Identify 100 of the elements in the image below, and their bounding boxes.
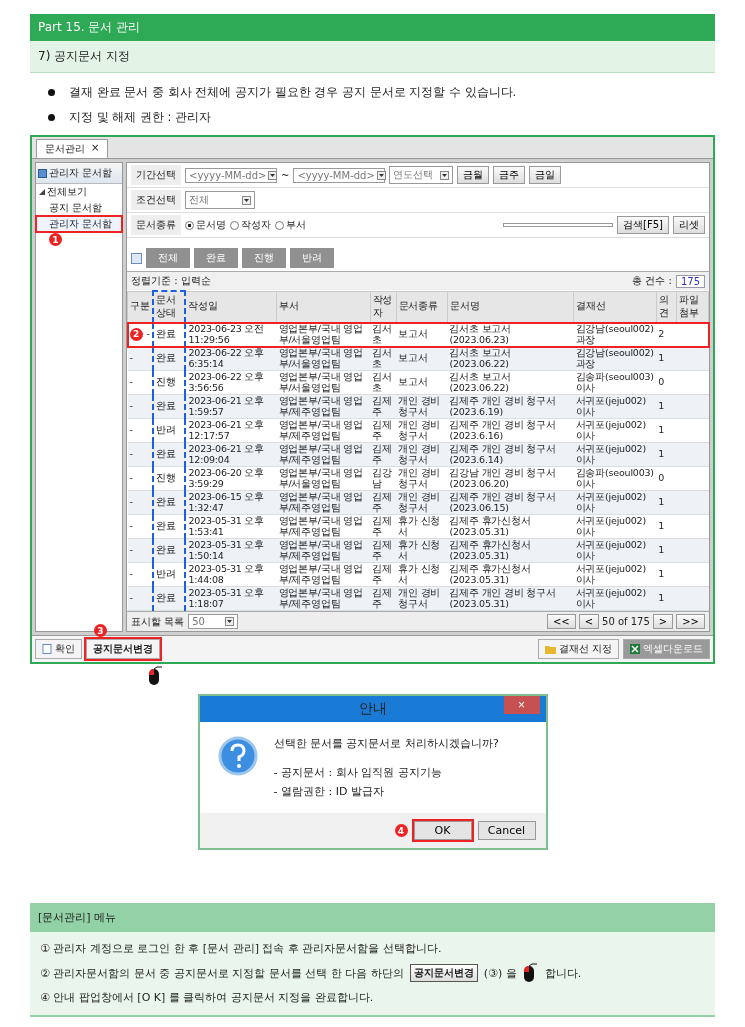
table-row[interactable]: - 완료 2023-06-15 오후 1:32:47 영업본부/국내 영업부/제주영업팀 김제주 개인 경비 청구서 김제주 개인 경비 청구서 (2023.06.15) 서귀포(jeju002) 이사 1: [127, 490, 709, 515]
table-cell: -: [127, 418, 153, 443]
dialog-message: 선택한 문서를 공지문서로 처리하시겠습니까?: [273, 736, 499, 751]
table-cell: 2023-05-31 오후 1:44:08: [185, 562, 277, 587]
table-row[interactable]: - 완료 2023-05-31 오후 1:50:14 영업본부/국내 영업부/제주영업팀 김제주 휴가 신청서 김제주 휴가신청서 (2023.05.31) 서귀포(jeju002) 이사 1: [127, 538, 709, 563]
table-cell: 영업본부/국내 영업부/제주영업팀: [276, 490, 371, 515]
column-header[interactable]: 파일첨부: [676, 291, 709, 323]
table-cell: 김제주 휴가신청서 (2023.05.31): [447, 562, 574, 587]
table-row[interactable]: - 완료 2023-05-31 오후 1:18:07 영업본부/국내 영업부/제주영업팀 김제주 개인 경비 청구서 김제주 개인 경비 청구서 (2023.05.31) 서귀포(jeju002) 이사 1: [127, 586, 709, 611]
total-count: 175: [675, 274, 705, 288]
ok-button[interactable]: OK: [413, 821, 472, 840]
document-tab[interactable]: 문서관리 ×: [36, 139, 109, 158]
first-page-button[interactable]: <<: [546, 614, 576, 629]
close-button[interactable]: ×: [503, 696, 540, 714]
radio-option[interactable]: 작성자: [230, 218, 271, 232]
dialog-line: - 열람권한 : ID 발급자: [273, 784, 385, 799]
radio-option[interactable]: 부서: [275, 218, 306, 232]
tree-item[interactable]: 공지 문서함: [36, 200, 122, 216]
table-cell: 영업본부/국내 영업부/제주영업팀: [276, 442, 371, 467]
table-cell: 개인 경비 청구서: [396, 442, 448, 467]
period-button[interactable]: 금월: [457, 166, 490, 184]
column-header[interactable]: 결재선: [573, 291, 657, 323]
table-cell: 영업본부/국내 영업부/제주영업팀: [276, 394, 371, 419]
table-cell: 1: [656, 346, 677, 371]
table-cell: 영업본부/국내 영업부/서울영업팀: [276, 346, 371, 371]
table-row[interactable]: - 완료 2023-05-31 오후 1:53:41 영업본부/국내 영업부/제주영업팀 김제주 휴가 신청서 김제주 휴가신청서 (2023.05.31) 서귀포(jeju002) 이사 1: [127, 514, 709, 539]
table-cell: 개인 경비 청구서: [396, 394, 448, 419]
column-header[interactable]: 문서명: [447, 291, 574, 323]
tree-item[interactable]: 관리자 문서함: [36, 216, 122, 232]
table-row[interactable]: - 반려 2023-05-31 오후 1:44:08 영업본부/국내 영업부/제주영업팀 김제주 휴가 신청서 김제주 휴가신청서 (2023.05.31) 서귀포(jeju002) 이사 1: [127, 562, 709, 587]
table-cell: 김서초: [370, 370, 397, 395]
table-cell: 영업본부/국내 영업부/제주영업팀: [276, 586, 371, 611]
reset-button[interactable]: 리셋: [673, 216, 705, 234]
table-cell: 보고서: [396, 322, 448, 347]
expanded-icon[interactable]: [39, 189, 45, 195]
notice-button[interactable]: 공지문서변경: [86, 639, 160, 659]
table-cell: 김제주 개인 경비 청구서 (2023.06.15): [447, 490, 574, 515]
date-field[interactable]: <yyyy-MM-dd>: [293, 167, 386, 183]
last-page-button[interactable]: >>: [676, 614, 705, 629]
date-field[interactable]: <yyyy-MM-dd>: [185, 167, 277, 183]
column-header[interactable]: 구분: [127, 291, 153, 323]
table-row[interactable]: - 반려 2023-06-21 오후 12:17:57 영업본부/국내 영업부/제주영업팀 김제주 개인 경비 청구서 김제주 개인 경비 청구서 (2023.6.16) 서귀포(jeju002) 이사 1: [127, 418, 709, 443]
period-button[interactable]: 금일: [529, 166, 562, 184]
table-cell: 김서초: [370, 346, 397, 371]
page-size-select[interactable]: 50: [188, 614, 239, 629]
table-cell: 서귀포(jeju002) 이사: [573, 442, 657, 467]
dropdown-caret-icon[interactable]: [225, 617, 235, 626]
column-header[interactable]: 작성자: [370, 291, 397, 323]
dropdown-caret-icon[interactable]: [242, 195, 251, 205]
table-row[interactable]: - 완료 2023-06-21 오후 12:09:04 영업본부/국내 영업부/제주영업팀 김제주 개인 경비 청구서 김제주 개인 경비 청구서 (2023.6.14) 서귀포(jeju002) 이사 1: [127, 442, 709, 467]
radio-icon[interactable]: [230, 220, 239, 230]
table-row[interactable]: - 완료 2023-06-21 오후 1:59:57 영업본부/국내 영업부/제주영업팀 김제주 개인 경비 청구서 김제주 개인 경비 청구서 (2023.6.19) 서귀포(jeju002) 이사 1: [127, 394, 709, 419]
dropdown-caret-icon[interactable]: [440, 170, 450, 180]
column-header[interactable]: 문서종류: [396, 291, 448, 323]
year-select[interactable]: 연도선택: [389, 166, 454, 184]
table-cell: 김서초 보고서 (2023.06.22): [447, 346, 574, 371]
table-cell: 김제주: [370, 442, 397, 467]
page-info: 50 of 175: [602, 616, 650, 627]
table-cell: 1: [656, 562, 677, 587]
sidebar-title[interactable]: 관리자 문서함: [36, 163, 122, 184]
period-button[interactable]: 금주: [493, 166, 526, 184]
radio-icon[interactable]: [275, 220, 284, 230]
document-icon: [42, 644, 52, 654]
cancel-button[interactable]: Cancel: [477, 821, 536, 840]
table-cell: 김제주: [370, 586, 397, 611]
table-cell: 김제주 휴가신청서 (2023.05.31): [447, 514, 574, 539]
table-cell: 1: [656, 442, 677, 467]
search-field[interactable]: [503, 223, 614, 227]
table-cell: 김제주: [370, 418, 397, 443]
table-cell: 김강남: [370, 466, 397, 491]
table-cell: 휴가 신청서: [396, 562, 448, 587]
table-cell: 2023-05-31 오후 1:53:41: [185, 514, 277, 539]
radio-option[interactable]: 문서명: [185, 218, 226, 232]
prev-page-button[interactable]: <: [578, 614, 600, 629]
column-header[interactable]: 작성일: [185, 291, 277, 323]
table-cell: 개인 경비 청구서: [396, 466, 448, 491]
dropdown-caret-icon[interactable]: [376, 170, 386, 180]
next-page-button[interactable]: >: [652, 614, 674, 629]
table-cell: 보고서: [396, 370, 448, 395]
close-icon[interactable]: ×: [91, 142, 100, 156]
radio-icon[interactable]: [185, 220, 194, 230]
approval-button[interactable]: 결재선 지정: [537, 639, 619, 659]
guide-title: [문서관리] 메뉴: [30, 903, 715, 932]
column-header[interactable]: 의견: [656, 291, 677, 323]
table-cell: 김서초 보고서 (2023.06.22): [447, 370, 574, 395]
column-header[interactable]: 부서: [276, 291, 371, 323]
table-cell: 영업본부/국내 영업부/서울영업팀: [276, 370, 371, 395]
dialog-title: 안내 ×: [199, 696, 546, 722]
column-header[interactable]: 문서상태: [152, 291, 186, 323]
dropdown-caret-icon[interactable]: [268, 170, 278, 180]
table-cell: 김제주: [370, 394, 397, 419]
table-cell: -: [127, 442, 153, 467]
filter-label: 조건선택: [131, 190, 181, 210]
search-button[interactable]: 검색[F5]: [617, 216, 669, 234]
condition-select[interactable]: 전체: [185, 191, 255, 209]
table-cell: 서귀포(jeju002) 이사: [573, 490, 657, 515]
table-cell: -: [127, 514, 153, 539]
step-marker: 2: [129, 328, 143, 341]
tree-item[interactable]: 전체보기: [36, 184, 122, 200]
confirm-button[interactable]: 확인: [35, 639, 82, 659]
